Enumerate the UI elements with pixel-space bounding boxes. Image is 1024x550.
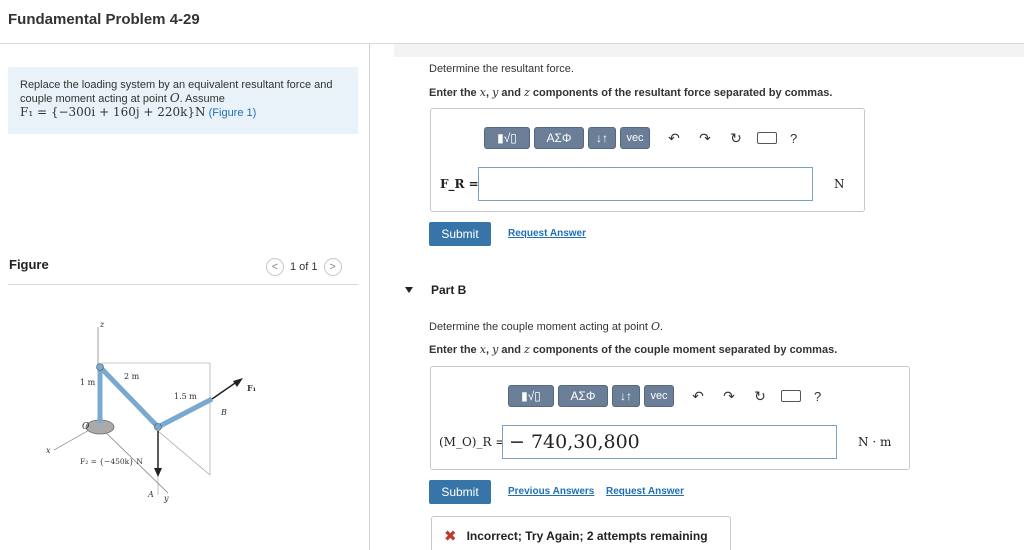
part-b-prompt-point: O xyxy=(650,320,660,333)
guide-line xyxy=(157,430,211,476)
moment-unit: N · m xyxy=(858,435,892,449)
part-b-request-answer-link[interactable]: Request Answer xyxy=(606,486,684,497)
dimension-1-5m: 1.5 m xyxy=(174,392,197,401)
symbols-button[interactable]: ΑΣΦ xyxy=(558,385,608,407)
dimension-1m: 1 m xyxy=(80,378,96,387)
part-b-prompt: Determine the couple moment acting at po… xyxy=(429,320,664,333)
figure-link[interactable]: (Figure 1) xyxy=(209,107,257,119)
undo-icon[interactable]: ↶ xyxy=(687,385,709,407)
instr-text: Enter the xyxy=(429,344,477,356)
feedback-text: Incorrect; Try Again; 2 attempts remaini… xyxy=(466,529,708,543)
label-f1: F₁ xyxy=(247,383,256,393)
label-y: y xyxy=(163,494,169,503)
dimension-2m: 2 m xyxy=(124,372,140,381)
instr-comma: , xyxy=(485,87,490,99)
keyboard-icon[interactable] xyxy=(756,127,778,149)
force-f1-arrow xyxy=(211,380,239,400)
force-unit: N xyxy=(834,177,845,191)
pipe-joint xyxy=(154,423,162,431)
force-f2-arrowhead xyxy=(154,468,162,477)
resultant-force-label: F_R = xyxy=(440,177,479,191)
resultant-force-input[interactable] xyxy=(478,167,813,201)
pager-text: 1 of 1 xyxy=(290,261,318,273)
instr-var-z: z xyxy=(524,343,530,356)
label-o: O xyxy=(82,422,90,432)
page-title: Fundamental Problem 4-29 xyxy=(8,11,200,28)
reset-icon[interactable]: ↻ xyxy=(749,385,771,407)
instr-and: and xyxy=(501,344,521,356)
problem-assume: . Assume xyxy=(179,93,225,105)
instr-comma: , xyxy=(485,344,490,356)
pipe-joint xyxy=(96,363,104,371)
help-icon[interactable]: ? xyxy=(814,389,821,404)
undo-icon[interactable]: ↶ xyxy=(663,127,685,149)
chevron-right-icon[interactable]: > xyxy=(323,258,342,276)
instr-var-y: y xyxy=(492,86,499,99)
symbols-button[interactable]: ΑΣΦ xyxy=(534,127,584,149)
feedback-message: ✖ Incorrect; Try Again; 2 attempts remai… xyxy=(431,516,731,550)
top-band xyxy=(394,44,1024,57)
figure-heading: Figure xyxy=(9,257,49,272)
part-a-prompt: Determine the resultant force. xyxy=(429,63,574,75)
instr-tail: components of the resultant force separa… xyxy=(532,87,833,99)
redo-icon[interactable]: ↷ xyxy=(718,385,740,407)
problem-statement: Replace the loading system by an equival… xyxy=(8,67,358,134)
help-icon[interactable]: ? xyxy=(790,131,797,146)
part-b-submit-button[interactable]: Submit xyxy=(429,480,491,504)
label-b: B xyxy=(220,408,227,417)
part-b-math-toolbar: ▮√▯ ΑΣΦ ↓↑ vec ↶ ↷ ↻ ? xyxy=(508,385,821,407)
label-z: z xyxy=(99,320,105,329)
part-a-submit-button[interactable]: Submit xyxy=(429,222,491,246)
part-a-math-toolbar: ▮√▯ ΑΣΦ ↓↑ vec ↶ ↷ ↻ ? xyxy=(484,127,797,149)
vector-button[interactable]: vec xyxy=(644,385,674,407)
figure-pager: < 1 of 1 > xyxy=(266,258,342,276)
templates-button[interactable]: ▮√▯ xyxy=(484,127,530,149)
figure-divider xyxy=(8,284,358,285)
label-a: A xyxy=(147,490,154,499)
instr-var-z: z xyxy=(524,86,530,99)
instr-tail: components of the couple moment separate… xyxy=(532,344,838,356)
couple-moment-label: (M_O)_R = xyxy=(439,435,506,449)
instr-text: Enter the xyxy=(429,87,477,99)
force-f1-arrowhead xyxy=(233,378,243,387)
templates-button[interactable]: ▮√▯ xyxy=(508,385,554,407)
problem-equation: F₁ = {−300i + 160j + 220k}N xyxy=(20,105,206,119)
sub-superscript-button[interactable]: ↓↑ xyxy=(612,385,640,407)
part-a-request-answer-link[interactable]: Request Answer xyxy=(508,228,586,239)
part-b-prompt-text: Determine the couple moment acting at po… xyxy=(429,321,648,333)
keyboard-icon[interactable] xyxy=(780,385,802,407)
part-b-title: Part B xyxy=(431,283,467,297)
incorrect-x-icon: ✖ xyxy=(444,528,457,545)
couple-moment-input[interactable]: − 740,30,800 xyxy=(502,425,837,459)
chevron-left-icon[interactable]: < xyxy=(266,258,284,276)
part-b-header[interactable]: Part B xyxy=(405,283,466,297)
label-x: x xyxy=(46,446,51,455)
problem-point: O xyxy=(169,91,180,105)
part-b-instructions: Enter the x, y and z components of the c… xyxy=(429,343,837,356)
instr-var-y: y xyxy=(492,343,499,356)
sub-superscript-button[interactable]: ↓↑ xyxy=(588,127,616,149)
redo-icon[interactable]: ↷ xyxy=(694,127,716,149)
collapse-triangle-icon[interactable] xyxy=(405,287,413,293)
previous-answers-link[interactable]: Previous Answers xyxy=(508,486,594,497)
reset-icon[interactable]: ↻ xyxy=(725,127,747,149)
problem-figure: z x y O A B F₁ F₂ = {−450k} N 1 m 2 m 1.… xyxy=(46,320,256,503)
part-a-instructions: Enter the x, y and z components of the r… xyxy=(429,86,832,99)
pane-divider[interactable] xyxy=(369,44,370,550)
vector-button[interactable]: vec xyxy=(620,127,650,149)
label-f2: F₂ = {−450k} N xyxy=(80,457,143,466)
instr-and: and xyxy=(501,87,521,99)
